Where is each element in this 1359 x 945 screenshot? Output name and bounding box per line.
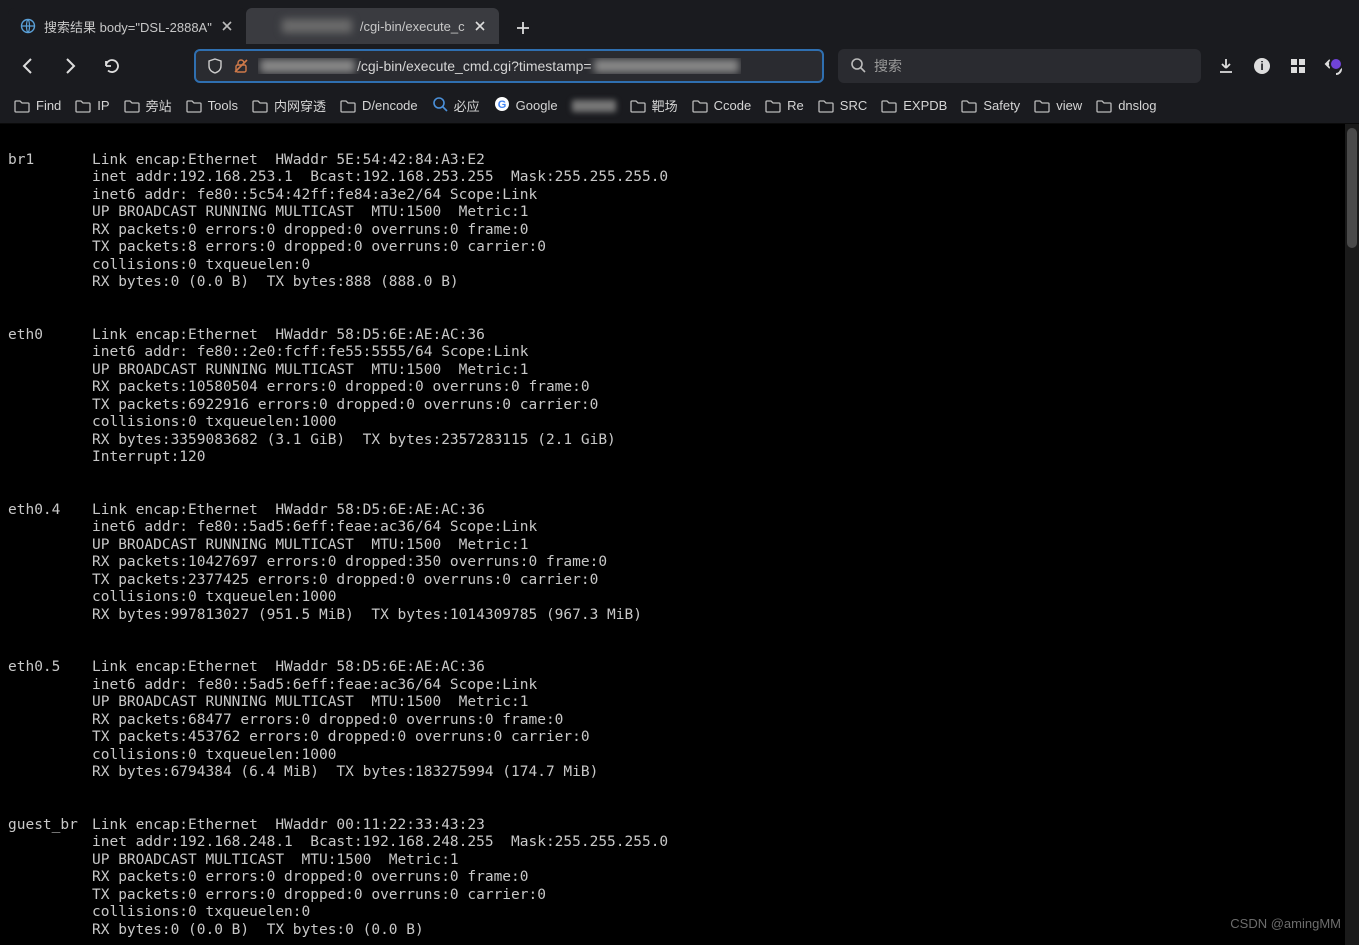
scrollbar[interactable]	[1345, 124, 1359, 945]
folder-icon	[1034, 98, 1050, 114]
bookmark-src[interactable]: SRC	[818, 98, 867, 114]
extension-icon[interactable]	[1287, 55, 1309, 77]
search-icon	[432, 96, 448, 115]
bookmark-find[interactable]: Find	[14, 98, 61, 114]
bookmark-re[interactable]: Re	[765, 98, 804, 114]
svg-text:G: G	[497, 99, 506, 111]
folder-icon	[186, 98, 202, 114]
bookmark-bar: Find IP 旁站 Tools 内网穿透 D/encode 必应 GGoogl…	[0, 88, 1359, 124]
bookmark-google[interactable]: GGoogle	[494, 96, 558, 115]
bookmark-intranet[interactable]: 内网穿透	[252, 96, 326, 115]
redacted-text	[572, 100, 616, 112]
tab-inactive[interactable]: 搜索结果 body="DSL-2888A"	[8, 8, 246, 44]
toolbar-right: i	[1215, 55, 1345, 77]
bookmark-view[interactable]: view	[1034, 98, 1082, 114]
undo-icon[interactable]	[1323, 55, 1345, 77]
url-text: /cgi-bin/execute_cmd.cgi?timestamp=	[258, 58, 741, 74]
bookmark-dnslog[interactable]: dnslog	[1096, 98, 1156, 114]
bookmark-dencode[interactable]: D/encode	[340, 98, 418, 114]
bookmark-tools[interactable]: Tools	[186, 98, 238, 114]
iface-eth0: eth0Link encap:Ethernet HWaddr 58:D5:6E:…	[8, 327, 1351, 467]
bookmark-sidesite[interactable]: 旁站	[124, 96, 172, 115]
bookmark-safety[interactable]: Safety	[961, 98, 1020, 114]
folder-icon	[340, 98, 356, 114]
folder-icon	[881, 98, 897, 114]
info-icon[interactable]: i	[1251, 55, 1273, 77]
iface-details: Link encap:Ethernet HWaddr 58:D5:6E:AE:A…	[92, 659, 598, 782]
search-bar[interactable]: 搜索	[838, 49, 1201, 83]
iface-details: Link encap:Ethernet HWaddr 58:D5:6E:AE:A…	[92, 502, 642, 625]
bookmark-ccode[interactable]: Ccode	[692, 98, 752, 114]
new-tab-button[interactable]	[507, 12, 539, 44]
folder-icon	[124, 98, 140, 114]
folder-icon	[75, 98, 91, 114]
tab-active[interactable]: /cgi-bin/execute_c	[246, 8, 499, 44]
bookmark-redacted[interactable]	[572, 100, 616, 112]
toolbar: /cgi-bin/execute_cmd.cgi?timestamp= 搜索 i	[0, 44, 1359, 88]
folder-icon	[818, 98, 834, 114]
folder-icon	[252, 98, 268, 114]
forward-button[interactable]	[56, 52, 84, 80]
notification-badge	[1329, 57, 1343, 71]
bookmark-bing[interactable]: 必应	[432, 96, 480, 115]
shield-icon[interactable]	[206, 57, 224, 75]
url-bar[interactable]: /cgi-bin/execute_cmd.cgi?timestamp=	[194, 49, 824, 83]
folder-icon	[961, 98, 977, 114]
close-icon[interactable]	[473, 19, 487, 33]
close-icon[interactable]	[220, 19, 234, 33]
watermark: CSDN @amingMM	[1230, 916, 1341, 931]
folder-icon	[630, 98, 646, 114]
iface-details: Link encap:Ethernet HWaddr 58:D5:6E:AE:A…	[92, 327, 616, 467]
bookmark-range[interactable]: 靶场	[630, 96, 678, 115]
bookmark-ip[interactable]: IP	[75, 98, 109, 114]
redacted-text	[594, 59, 739, 73]
tab-title: 搜索结果 body="DSL-2888A"	[44, 17, 212, 36]
scrollbar-thumb[interactable]	[1347, 128, 1357, 248]
folder-icon	[765, 98, 781, 114]
folder-icon	[692, 98, 708, 114]
iface-details: Link encap:Ethernet HWaddr 5E:54:42:84:A…	[92, 152, 668, 292]
svg-text:i: i	[1260, 59, 1263, 73]
search-placeholder: 搜索	[874, 56, 902, 76]
iface-guestbr: guest_brLink encap:Ethernet HWaddr 00:11…	[8, 817, 1351, 940]
page-content: br1Link encap:Ethernet HWaddr 5E:54:42:8…	[0, 124, 1359, 945]
iface-eth05: eth0.5Link encap:Ethernet HWaddr 58:D5:6…	[8, 659, 1351, 782]
reload-button[interactable]	[98, 52, 126, 80]
redacted-text	[260, 59, 355, 73]
search-icon	[850, 57, 866, 76]
folder-icon	[1096, 98, 1112, 114]
tab-title: /cgi-bin/execute_c	[360, 19, 465, 34]
iface-details: Link encap:Ethernet HWaddr 00:11:22:33:4…	[92, 817, 668, 940]
globe-icon	[20, 18, 36, 34]
lock-insecure-icon[interactable]	[232, 57, 250, 75]
iface-br1: br1Link encap:Ethernet HWaddr 5E:54:42:8…	[8, 152, 1351, 292]
page-icon	[258, 18, 274, 34]
tab-bar: 搜索结果 body="DSL-2888A" /cgi-bin/execute_c	[0, 0, 1359, 44]
url-path: /cgi-bin/execute_cmd.cgi?timestamp=	[357, 58, 592, 74]
folder-icon	[14, 98, 30, 114]
bookmark-expdb[interactable]: EXPDB	[881, 98, 947, 114]
downloads-icon[interactable]	[1215, 55, 1237, 77]
redacted-text	[282, 19, 352, 33]
iface-eth04: eth0.4Link encap:Ethernet HWaddr 58:D5:6…	[8, 502, 1351, 625]
google-icon: G	[494, 96, 510, 115]
back-button[interactable]	[14, 52, 42, 80]
